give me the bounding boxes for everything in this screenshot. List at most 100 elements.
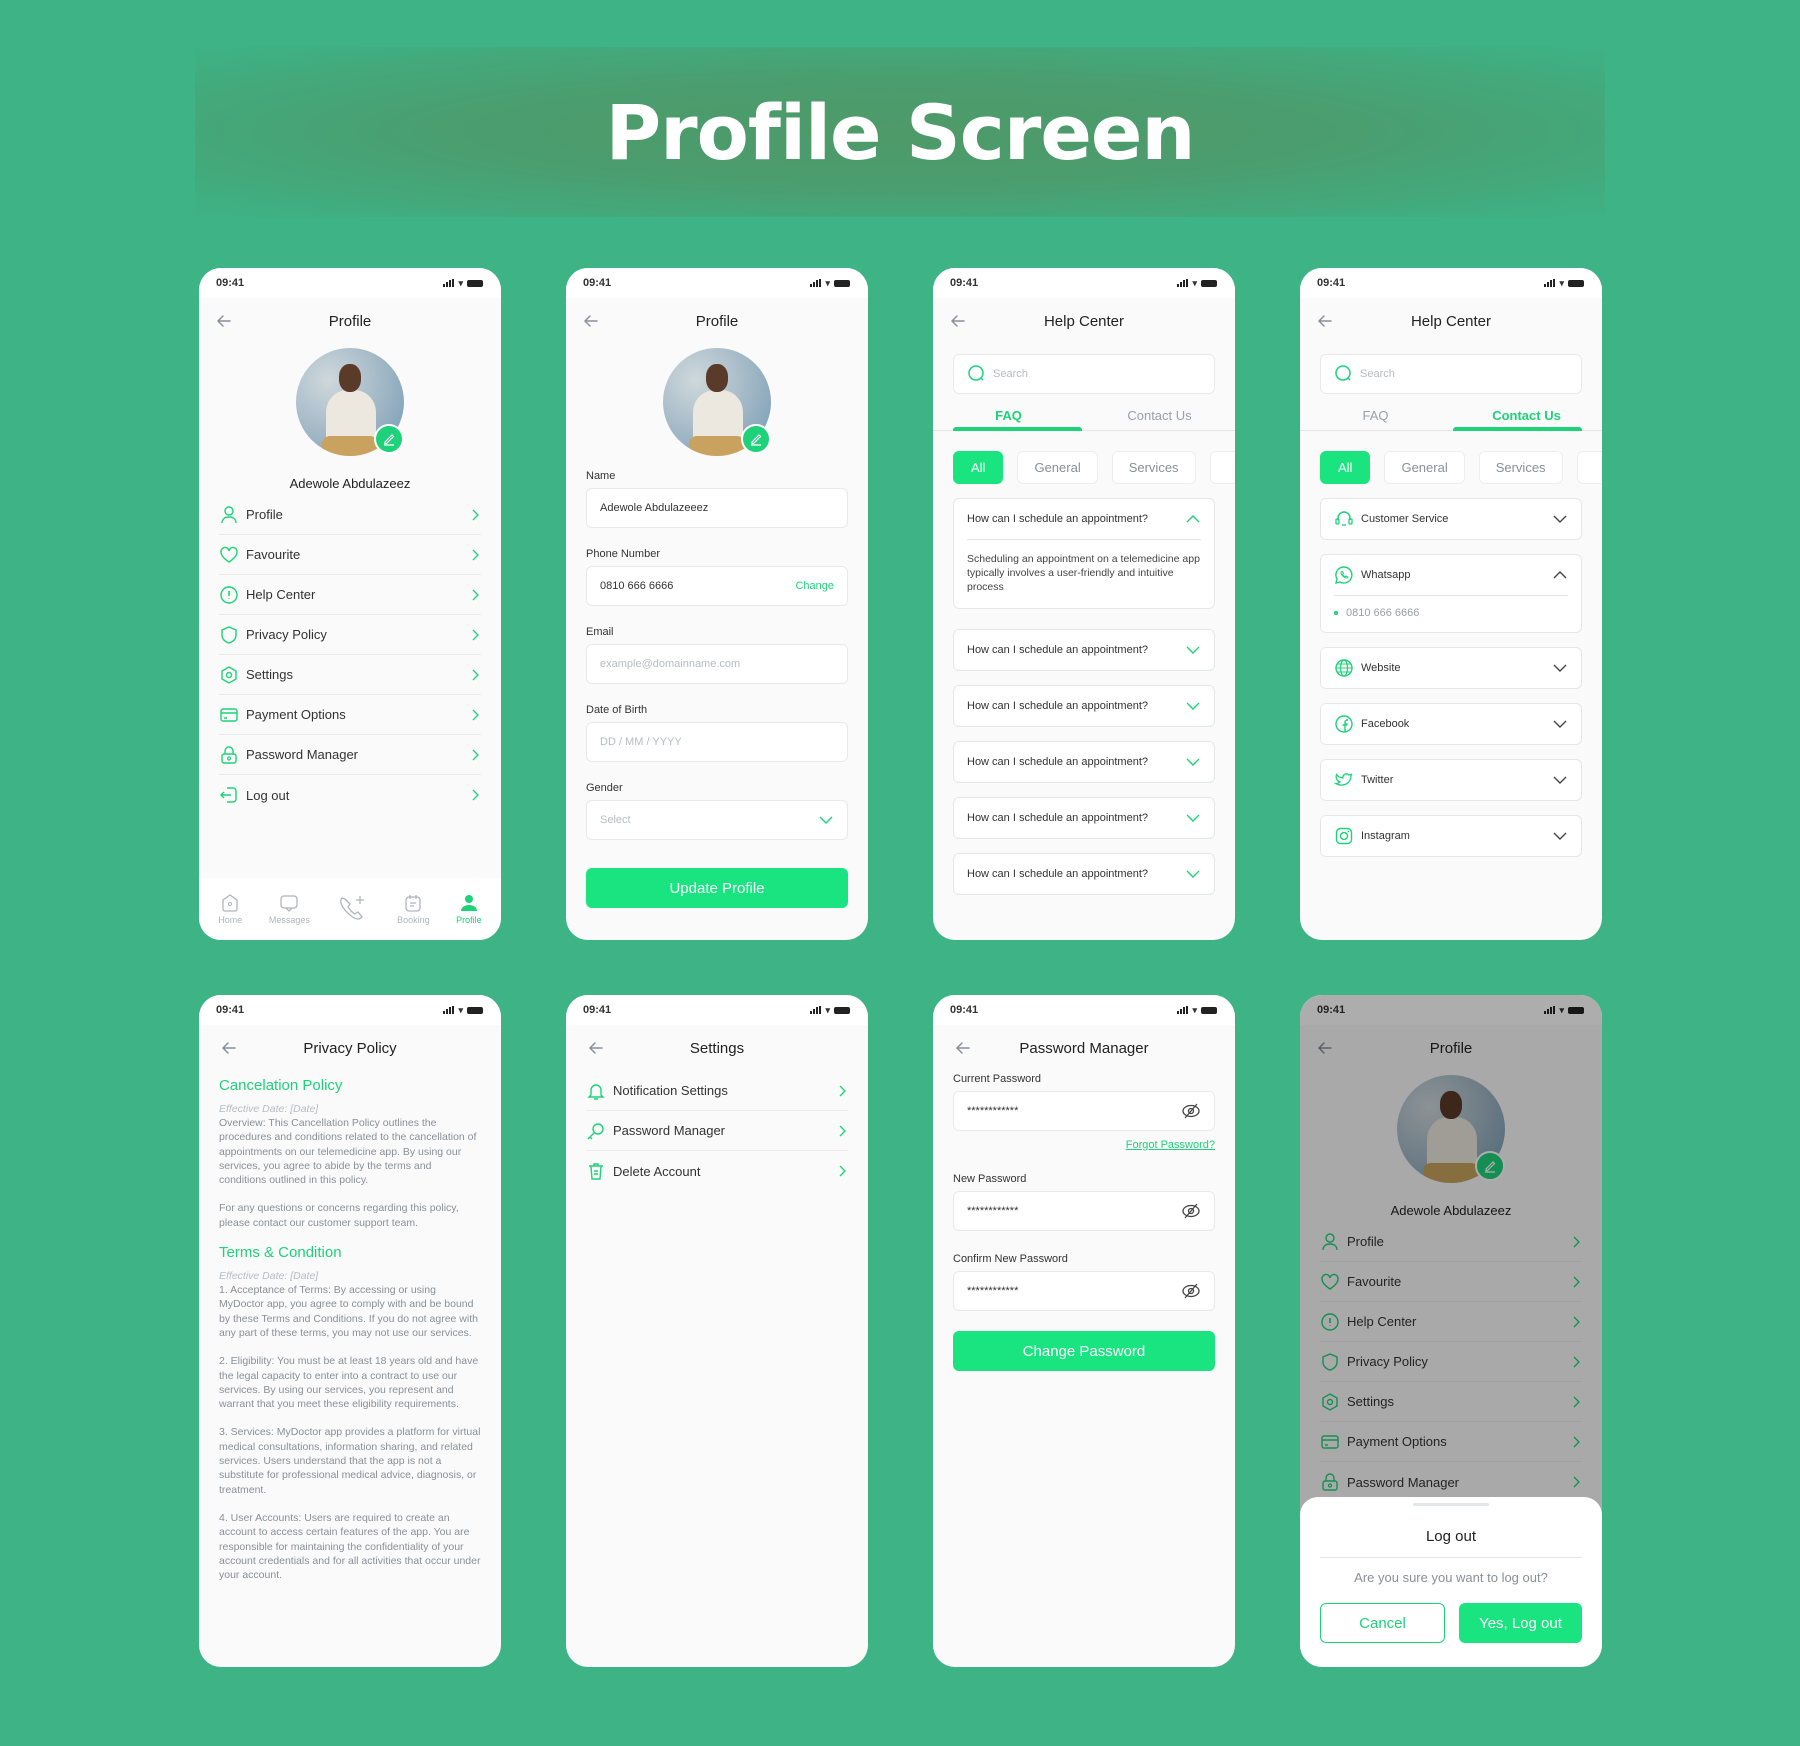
menu-item-profile[interactable]: Profile xyxy=(219,495,481,535)
status-bar: 09:41 ▾ xyxy=(933,268,1235,298)
menu-item-password-manager[interactable]: Password Manager xyxy=(219,735,481,775)
search-input[interactable]: Search xyxy=(953,354,1215,394)
faq-item[interactable]: How can I schedule an appointment? xyxy=(953,629,1215,671)
settings-item-delete-account[interactable]: Delete Account xyxy=(586,1151,848,1191)
contact-item-facebook[interactable]: Facebook xyxy=(1320,703,1582,745)
chip-general[interactable]: General xyxy=(1017,451,1098,484)
phone-input[interactable]: 0810 666 6666 Change xyxy=(586,566,848,606)
dob-input[interactable]: DD / MM / YYYY xyxy=(586,722,848,762)
settings-item-notifications[interactable]: Notification Settings xyxy=(586,1071,848,1111)
back-arrow-icon[interactable] xyxy=(948,311,968,331)
status-bar: 09:41 ▾ xyxy=(566,268,868,298)
tab-faq[interactable]: FAQ xyxy=(1300,399,1451,430)
faq-item[interactable]: How can I schedule an appointment? Sched… xyxy=(953,498,1215,609)
menu-item-help-center[interactable]: Help Center xyxy=(219,575,481,615)
chevron-right-icon xyxy=(472,629,479,640)
eye-off-icon[interactable] xyxy=(1181,1201,1201,1221)
tab-booking[interactable]: Booking xyxy=(397,893,430,925)
wifi-icon: ▾ xyxy=(825,1004,830,1015)
home-icon xyxy=(222,894,238,912)
effective-date: Effective Date: [Date] xyxy=(219,1103,319,1115)
chevron-right-icon xyxy=(472,709,479,720)
screen-header: Profile xyxy=(199,298,501,344)
chip-more[interactable] xyxy=(1576,451,1602,484)
faq-item[interactable]: How can I schedule an appointment? xyxy=(953,741,1215,783)
screen-title: Settings xyxy=(689,1039,745,1057)
menu-item-log-out[interactable]: Log out xyxy=(219,775,481,815)
menu-item-payment-options[interactable]: Payment Options xyxy=(219,695,481,735)
tab-call[interactable] xyxy=(336,892,370,926)
new-password-input[interactable]: ************ xyxy=(953,1191,1215,1231)
tab-faq[interactable]: FAQ xyxy=(933,399,1084,431)
chip-services[interactable]: Services xyxy=(1111,451,1196,484)
contact-item-whatsapp[interactable]: Whatsapp 0810 666 6666 xyxy=(1320,554,1582,633)
chip-more[interactable] xyxy=(1209,451,1235,484)
back-arrow-icon[interactable] xyxy=(1315,311,1335,331)
chevron-right-icon xyxy=(472,549,479,560)
email-input[interactable]: example@domainname.com xyxy=(586,644,848,684)
current-password-input[interactable]: ************ xyxy=(953,1091,1215,1131)
update-profile-button[interactable]: Update Profile xyxy=(586,868,848,908)
policy-content: Cancelation Policy Effective Date: [Date… xyxy=(199,1077,501,1582)
eye-off-icon[interactable] xyxy=(1181,1101,1201,1121)
back-arrow-icon[interactable] xyxy=(219,1038,239,1058)
sheet-drag-handle[interactable] xyxy=(1413,1503,1489,1506)
gender-select[interactable]: Select xyxy=(586,800,848,840)
faq-question: How can I schedule an appointment? xyxy=(967,644,1149,656)
change-phone-link[interactable]: Change xyxy=(795,580,834,592)
back-arrow-icon[interactable] xyxy=(214,311,234,331)
policy-paragraph: 3. Services: MyDoctor app provides a pla… xyxy=(219,1426,481,1496)
back-arrow-icon[interactable] xyxy=(586,1038,606,1058)
chevron-down-icon xyxy=(1553,776,1567,784)
whatsapp-number[interactable]: 0810 666 6666 xyxy=(1346,606,1419,620)
chip-all[interactable]: All xyxy=(953,451,1004,484)
contact-label: Facebook xyxy=(1361,718,1410,730)
change-password-button[interactable]: Change Password xyxy=(953,1331,1215,1371)
tab-contact-us[interactable]: Contact Us xyxy=(1451,399,1602,431)
tab-home[interactable]: Home xyxy=(218,893,242,925)
settings-item-password-manager[interactable]: Password Manager xyxy=(586,1111,848,1151)
status-time: 09:41 xyxy=(216,277,245,289)
edit-avatar-button[interactable] xyxy=(741,424,771,454)
chip-services[interactable]: Services xyxy=(1478,451,1563,484)
faq-item[interactable]: How can I schedule an appointment? xyxy=(953,853,1215,895)
contact-label: Website xyxy=(1361,662,1401,674)
chip-all[interactable]: All xyxy=(1320,451,1371,484)
dob-placeholder: DD / MM / YYYY xyxy=(600,736,682,748)
back-arrow-icon[interactable] xyxy=(581,311,601,331)
policy-paragraph: 2. Eligibility: You must be at least 18 … xyxy=(219,1355,479,1411)
contact-item-customer-service[interactable]: Customer Service xyxy=(1320,498,1582,540)
faq-item[interactable]: How can I schedule an appointment? xyxy=(953,685,1215,727)
battery-icon xyxy=(1201,1006,1217,1014)
tab-profile[interactable]: Profile xyxy=(456,893,482,925)
phone-password-manager: 09:41 ▾ Password Manager Current Passwor… xyxy=(933,995,1235,1667)
faq-item[interactable]: How can I schedule an appointment? xyxy=(953,797,1215,839)
chip-general[interactable]: General xyxy=(1384,451,1465,484)
confirm-password-input[interactable]: ************ xyxy=(953,1271,1215,1311)
menu-item-privacy-policy[interactable]: Privacy Policy xyxy=(219,615,481,655)
status-icons: ▾ xyxy=(1177,1005,1217,1016)
contact-item-twitter[interactable]: Twitter xyxy=(1320,759,1582,801)
eye-off-icon[interactable] xyxy=(1181,1281,1201,1301)
menu-item-settings[interactable]: Settings xyxy=(219,655,481,695)
back-arrow-icon[interactable] xyxy=(953,1038,973,1058)
edit-avatar-button[interactable] xyxy=(374,424,404,454)
forgot-password-link[interactable]: Forgot Password? xyxy=(953,1139,1215,1151)
search-input[interactable]: Search xyxy=(1320,354,1582,394)
contact-item-website[interactable]: Website xyxy=(1320,647,1582,689)
tab-contact-us[interactable]: Contact Us xyxy=(1084,399,1235,430)
bell-icon xyxy=(587,1083,605,1100)
cancel-button[interactable]: Cancel xyxy=(1320,1603,1445,1643)
gender-label: Gender xyxy=(586,782,623,794)
screen-header: Password Manager xyxy=(933,1025,1235,1071)
menu-item-favourite[interactable]: Favourite xyxy=(219,535,481,575)
phone-privacy-policy: 09:41 ▾ Privacy Policy Cancelation Polic… xyxy=(199,995,501,1667)
confirm-password-value: ************ xyxy=(967,1285,1019,1297)
status-icons: ▾ xyxy=(810,278,850,289)
tab-messages[interactable]: Messages xyxy=(269,893,310,925)
name-input[interactable]: Adewole Abdulazeeez xyxy=(586,488,848,528)
contact-item-instagram[interactable]: Instagram xyxy=(1320,815,1582,857)
confirm-logout-button[interactable]: Yes, Log out xyxy=(1459,1603,1582,1643)
sheet-actions: Cancel Yes, Log out xyxy=(1320,1603,1582,1643)
chevron-down-icon xyxy=(1553,515,1567,523)
